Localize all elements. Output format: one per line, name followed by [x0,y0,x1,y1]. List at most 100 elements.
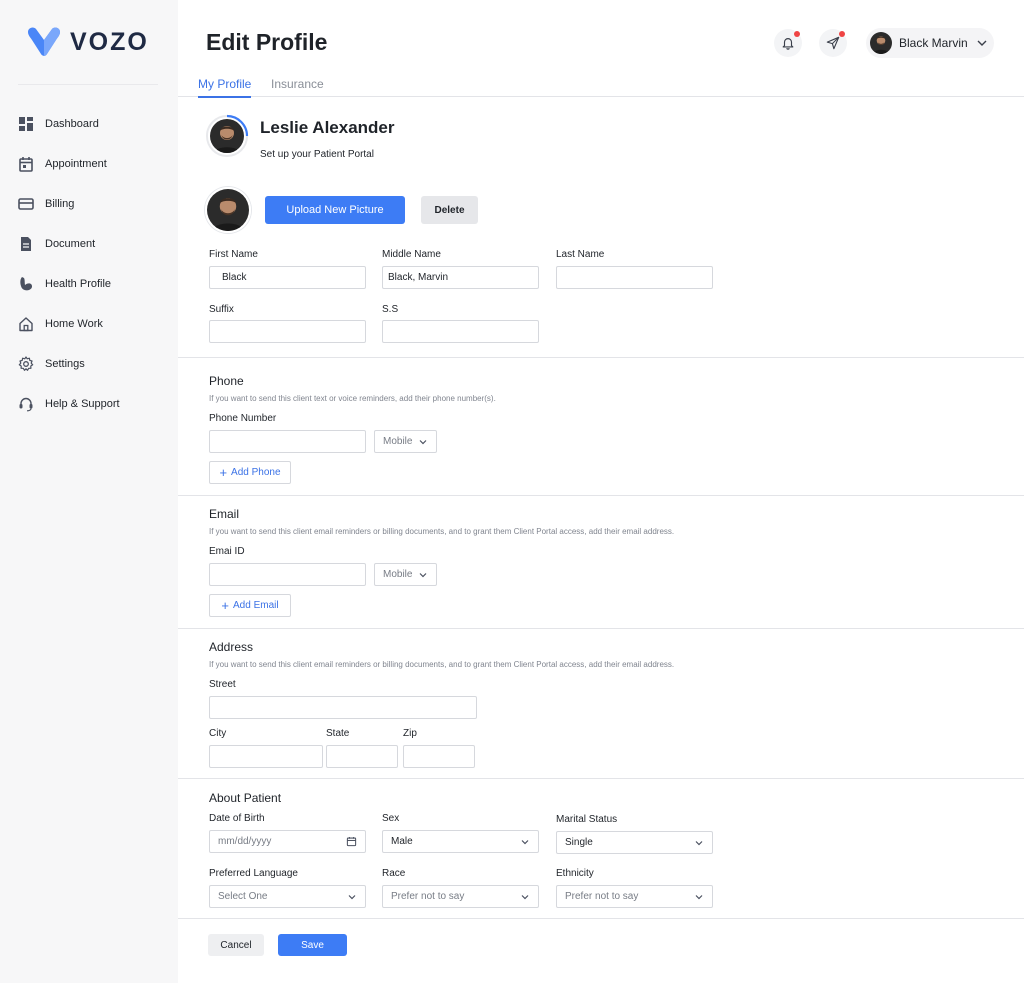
save-button[interactable]: Save [278,934,347,956]
race-label: Race [382,868,406,879]
city-field[interactable] [209,745,323,768]
notification-dot [794,31,800,37]
phone-number-label: Phone Number [209,413,277,424]
ethnicity-select[interactable]: Prefer not to say [556,885,713,908]
add-email-label: Add Email [233,600,279,611]
preferred-language-select[interactable]: Select One [209,885,366,908]
middle-name-input[interactable] [388,272,530,283]
calendar-icon [18,156,34,172]
muscle-icon [18,276,34,292]
middle-name-label: Middle Name [382,249,441,260]
add-phone-button[interactable]: + Add Phone [209,461,291,484]
email-type-select[interactable]: Mobile [374,563,437,586]
city-input[interactable] [218,751,314,762]
ethnicity-value: Prefer not to say [565,891,639,902]
chevron-down-icon [977,40,987,46]
messages-button[interactable] [819,29,847,57]
sidebar: VOZO Dashboard Appointment Billing Docum [0,0,178,983]
first-name-field[interactable] [209,266,366,289]
middle-name-field[interactable] [382,266,539,289]
about-section-title: About Patient [209,791,282,805]
section-divider [178,628,1024,629]
race-select[interactable]: Prefer not to say [382,885,539,908]
sidebar-item-document[interactable]: Document [0,224,178,264]
last-name-label: Last Name [556,249,605,260]
sidebar-item-health-profile[interactable]: Health Profile [0,264,178,304]
phone-type-select[interactable]: Mobile [374,430,437,453]
section-divider [178,495,1024,496]
chevron-down-icon [348,894,356,899]
vozo-logo-icon [28,27,60,56]
preferred-language-value: Select One [218,891,268,902]
marital-status-value: Single [565,837,593,848]
marital-status-select[interactable]: Single [556,831,713,854]
brand-logo[interactable]: VOZO [26,26,149,58]
section-divider [178,357,1024,358]
dob-field[interactable]: mm/dd/yyyy [209,830,366,853]
profile-tabs: My Profile Insurance [178,72,1024,98]
sidebar-item-label: Help & Support [45,398,120,410]
phone-number-input[interactable] [218,436,357,447]
suffix-field[interactable] [209,320,366,343]
upload-picture-button[interactable]: Upload New Picture [265,196,405,224]
plus-icon: + [221,598,229,613]
email-type-value: Mobile [383,569,413,580]
notifications-button[interactable] [774,29,802,57]
sidebar-item-settings[interactable]: Settings [0,344,178,384]
plus-icon: + [219,465,228,480]
first-name-input[interactable] [222,272,357,283]
ethnicity-label: Ethnicity [556,868,594,879]
sidebar-item-help-support[interactable]: Help & Support [0,384,178,424]
profile-name: Leslie Alexander [260,118,395,137]
sidebar-item-billing[interactable]: Billing [0,184,178,224]
sex-select[interactable]: Male [382,830,539,853]
gear-icon [18,356,34,372]
street-field[interactable] [209,696,477,719]
city-label: City [209,728,227,739]
state-label: State [326,728,350,739]
delete-picture-button[interactable]: Delete [421,196,478,224]
last-name-input[interactable] [565,272,704,283]
state-input[interactable] [335,751,389,762]
address-hint: If you want to send this client email re… [209,660,675,669]
email-id-input[interactable] [218,569,357,580]
sidebar-divider [18,84,158,85]
profile-completion-avatar [205,114,249,158]
add-email-button[interactable]: + Add Email [209,594,291,617]
state-field[interactable] [326,745,398,768]
zip-field[interactable] [403,745,475,768]
calendar-icon[interactable] [346,836,357,847]
sidebar-item-dashboard[interactable]: Dashboard [0,104,178,144]
user-name: Black Marvin [899,36,968,50]
zip-input[interactable] [412,751,466,762]
suffix-input[interactable] [218,326,357,337]
chevron-down-icon [521,894,529,899]
ss-field[interactable] [382,320,539,343]
tab-insurance[interactable]: Insurance [271,77,324,96]
document-icon [18,236,34,252]
avatar [870,32,892,54]
chevron-down-icon [695,894,703,899]
phone-section-title: Phone [209,374,244,388]
phone-number-field[interactable] [209,430,366,453]
brand-name: VOZO [70,27,149,56]
street-input[interactable] [218,702,468,713]
sidebar-item-home-work[interactable]: Home Work [0,304,178,344]
sex-label: Sex [382,813,400,824]
ss-label: S.S [382,304,399,315]
sex-value: Male [391,836,413,847]
message-dot [839,31,845,37]
sidebar-item-label: Dashboard [45,118,99,130]
dob-placeholder: mm/dd/yyyy [218,836,272,847]
email-id-field[interactable] [209,563,366,586]
sidebar-item-label: Home Work [45,318,103,330]
last-name-field[interactable] [556,266,713,289]
sidebar-item-label: Settings [45,358,85,370]
user-menu[interactable]: Black Marvin [866,28,994,58]
tab-my-profile[interactable]: My Profile [198,77,252,98]
sidebar-item-appointment[interactable]: Appointment [0,144,178,184]
ss-input[interactable] [391,326,530,337]
cancel-button[interactable]: Cancel [208,934,264,956]
dashboard-icon [18,116,34,132]
sidebar-item-label: Health Profile [45,278,112,290]
